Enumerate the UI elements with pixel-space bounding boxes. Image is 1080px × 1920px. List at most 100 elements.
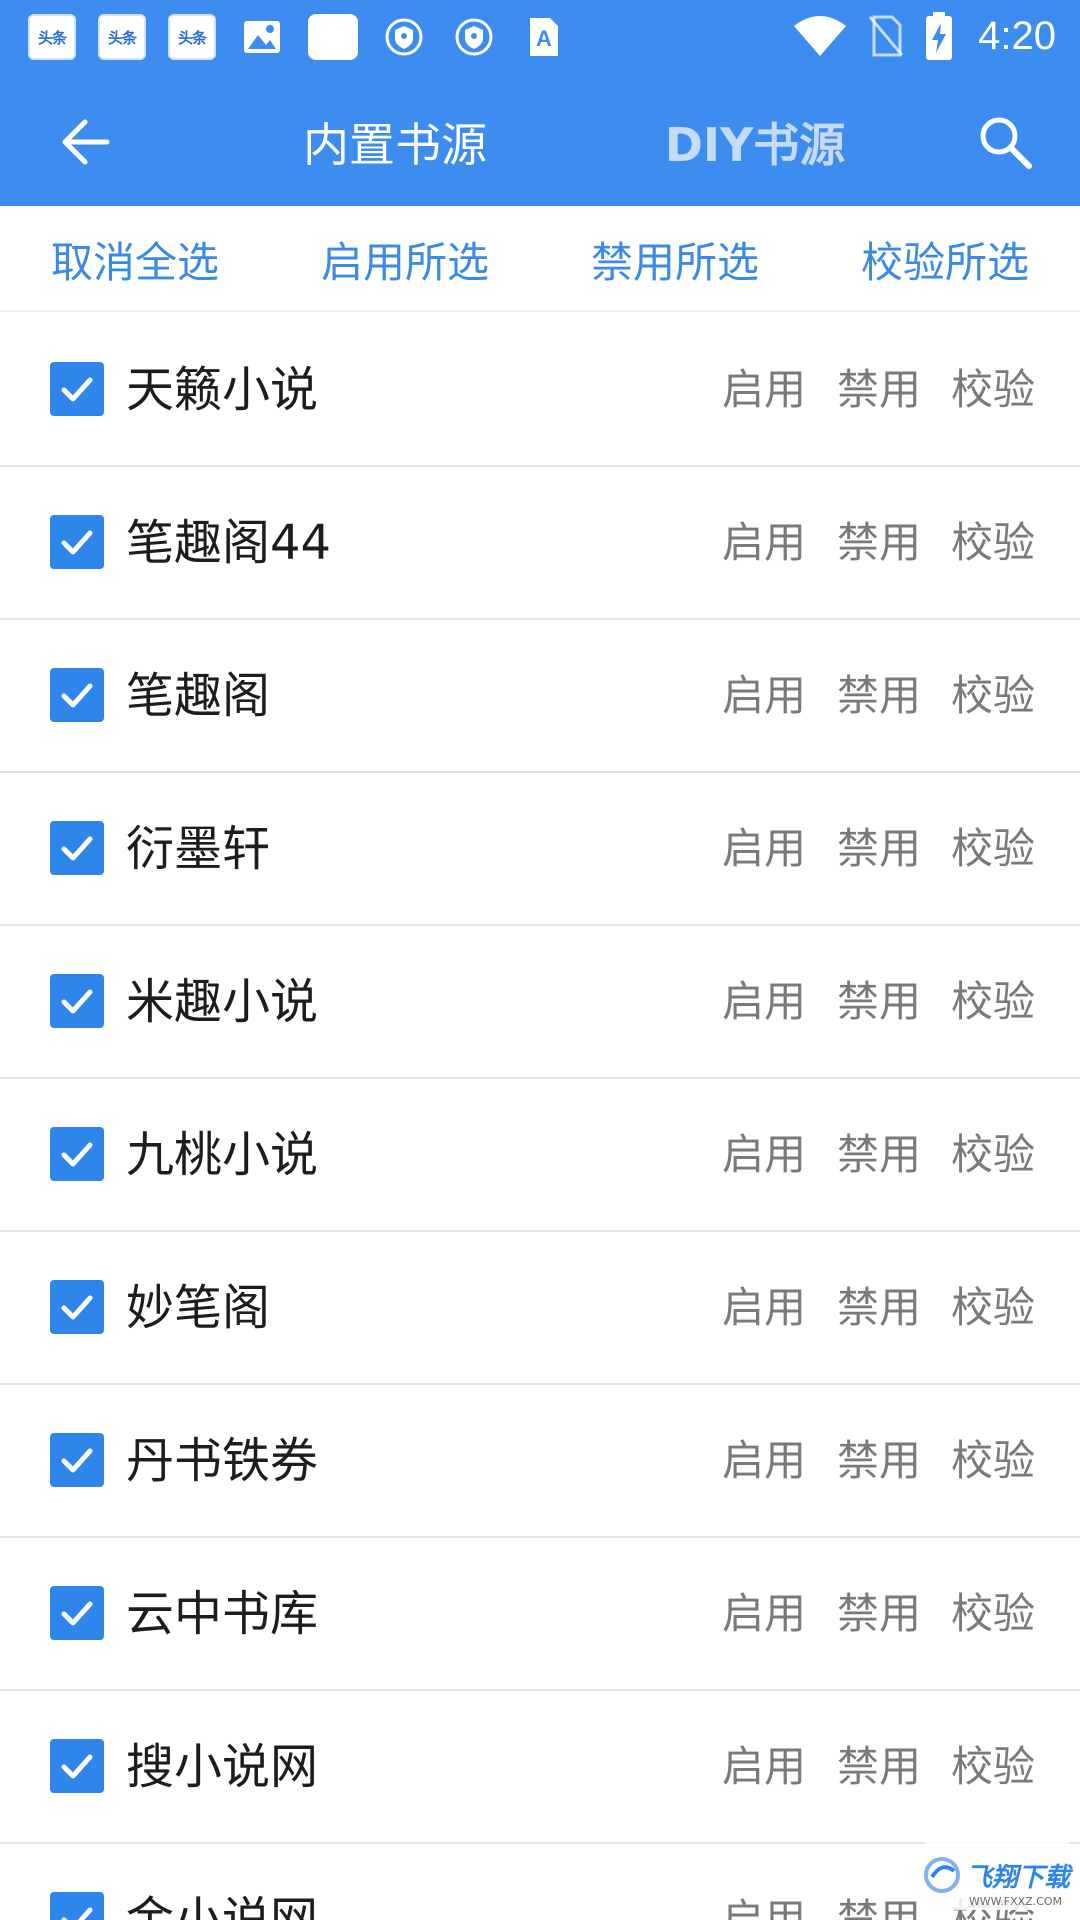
disable-button[interactable]: 禁用 bbox=[837, 1731, 921, 1803]
source-checkbox[interactable] bbox=[50, 1280, 104, 1334]
status-bar: 头条 头条 头条 A 4:20 bbox=[0, 0, 1080, 72]
enable-button[interactable]: 启用 bbox=[722, 1578, 806, 1650]
disable-selected-button[interactable]: 禁用所选 bbox=[540, 224, 810, 294]
source-checkbox[interactable] bbox=[50, 668, 104, 722]
no-sim-icon bbox=[868, 15, 904, 57]
source-name: 衍墨轩 bbox=[126, 821, 271, 877]
verify-button[interactable]: 校验 bbox=[951, 813, 1035, 885]
verify-button[interactable]: 校验 bbox=[951, 354, 1035, 426]
source-row[interactable]: 搜小说网 启用 禁用 校验 bbox=[0, 1691, 1080, 1844]
source-name: 妙笔阁 bbox=[126, 1280, 271, 1336]
source-row[interactable]: 衍墨轩 启用 禁用 校验 bbox=[0, 773, 1080, 926]
source-name: 笔趣阁 bbox=[126, 668, 271, 724]
toutiao-notification-icon: 头条 bbox=[98, 14, 146, 60]
source-checkbox[interactable] bbox=[50, 362, 104, 416]
enable-button[interactable]: 启用 bbox=[722, 1884, 806, 1920]
disable-button[interactable]: 禁用 bbox=[837, 813, 921, 885]
verify-button[interactable]: 校验 bbox=[951, 966, 1035, 1038]
battery-charging-icon bbox=[926, 12, 953, 60]
check-icon bbox=[61, 683, 93, 708]
source-checkbox[interactable] bbox=[50, 1433, 104, 1487]
enable-button[interactable]: 启用 bbox=[722, 1425, 806, 1497]
watermark-logo-icon bbox=[924, 1857, 960, 1893]
toutiao-notification-icon: 头条 bbox=[28, 14, 76, 60]
enable-selected-button[interactable]: 启用所选 bbox=[270, 224, 540, 294]
verify-button[interactable]: 校验 bbox=[951, 1119, 1035, 1191]
app-notification-icon bbox=[308, 14, 358, 60]
check-icon bbox=[61, 1754, 93, 1779]
disable-button[interactable]: 禁用 bbox=[837, 1272, 921, 1344]
source-checkbox[interactable] bbox=[50, 1892, 104, 1920]
source-name: 搜小说网 bbox=[126, 1739, 319, 1795]
source-name: 九桃小说 bbox=[126, 1127, 319, 1183]
notification-icons: 头条 头条 头条 A bbox=[28, 12, 568, 62]
source-checkbox[interactable] bbox=[50, 1127, 104, 1181]
source-row[interactable]: 云中书库 启用 禁用 校验 bbox=[0, 1538, 1080, 1691]
screen: 头条 头条 头条 A 4:20 内置书源 DIY书源 取消全选 启用所选 禁用所… bbox=[0, 0, 1080, 1920]
shield-icon bbox=[380, 14, 428, 60]
source-row[interactable]: 米趣小说 启用 禁用 校验 bbox=[0, 926, 1080, 1079]
arrow-left-icon bbox=[62, 119, 110, 165]
toutiao-notification-icon: 头条 bbox=[168, 14, 216, 60]
tab-builtin-sources[interactable]: 内置书源 bbox=[230, 102, 560, 182]
verify-button[interactable]: 校验 bbox=[951, 1578, 1035, 1650]
source-name: 金小说网 bbox=[126, 1892, 319, 1920]
search-button[interactable] bbox=[960, 102, 1050, 182]
verify-button[interactable]: 校验 bbox=[951, 1731, 1035, 1803]
watermark-text: 飞翔下载 bbox=[966, 1862, 1071, 1893]
source-checkbox[interactable] bbox=[50, 1739, 104, 1793]
source-row[interactable]: 九桃小说 启用 禁用 校验 bbox=[0, 1079, 1080, 1232]
deselect-all-button[interactable]: 取消全选 bbox=[0, 224, 270, 294]
enable-button[interactable]: 启用 bbox=[722, 660, 806, 732]
source-checkbox[interactable] bbox=[50, 1586, 104, 1640]
source-row[interactable]: 笔趣阁 启用 禁用 校验 bbox=[0, 620, 1080, 773]
watermark-url: WWW.FXXZ.COM bbox=[968, 1895, 1062, 1908]
check-icon bbox=[61, 377, 93, 402]
verify-button[interactable]: 校验 bbox=[951, 1425, 1035, 1497]
disable-button[interactable]: 禁用 bbox=[837, 1425, 921, 1497]
source-checkbox[interactable] bbox=[50, 974, 104, 1028]
source-name: 云中书库 bbox=[126, 1586, 319, 1642]
verify-button[interactable]: 校验 bbox=[951, 507, 1035, 579]
check-icon bbox=[61, 1601, 93, 1626]
source-row[interactable]: 天籁小说 启用 禁用 校验 bbox=[0, 314, 1080, 467]
check-icon bbox=[61, 1448, 93, 1473]
site-watermark: 飞翔下载 WWW.FXXZ.COM bbox=[922, 1840, 1072, 1910]
disable-button[interactable]: 禁用 bbox=[837, 660, 921, 732]
source-checkbox[interactable] bbox=[50, 821, 104, 875]
source-row[interactable]: 妙笔阁 启用 禁用 校验 bbox=[0, 1232, 1080, 1385]
check-icon bbox=[61, 836, 93, 861]
system-icons: 4:20 bbox=[792, 8, 1056, 64]
disable-button[interactable]: 禁用 bbox=[837, 507, 921, 579]
check-icon bbox=[61, 1142, 93, 1167]
disable-button[interactable]: 禁用 bbox=[837, 1884, 921, 1920]
disable-button[interactable]: 禁用 bbox=[837, 966, 921, 1038]
a-letter: A bbox=[536, 26, 552, 51]
disable-button[interactable]: 禁用 bbox=[837, 1119, 921, 1191]
a-letter-icon: A bbox=[520, 14, 568, 60]
source-row[interactable]: 笔趣阁44 启用 禁用 校验 bbox=[0, 467, 1080, 620]
verify-button[interactable]: 校验 bbox=[951, 660, 1035, 732]
enable-button[interactable]: 启用 bbox=[722, 1119, 806, 1191]
enable-button[interactable]: 启用 bbox=[722, 507, 806, 579]
wifi-icon bbox=[794, 16, 847, 56]
tab-diy-sources[interactable]: DIY书源 bbox=[590, 102, 920, 182]
back-button[interactable] bbox=[40, 102, 130, 182]
disable-button[interactable]: 禁用 bbox=[837, 354, 921, 426]
source-checkbox[interactable] bbox=[50, 515, 104, 569]
check-icon bbox=[61, 1907, 93, 1920]
source-row[interactable]: 丹书铁券 启用 禁用 校验 bbox=[0, 1385, 1080, 1538]
top-bar: 头条 头条 头条 A 4:20 内置书源 DIY书源 bbox=[0, 0, 1080, 206]
enable-button[interactable]: 启用 bbox=[722, 813, 806, 885]
disable-button[interactable]: 禁用 bbox=[837, 1578, 921, 1650]
enable-button[interactable]: 启用 bbox=[722, 966, 806, 1038]
source-name: 丹书铁券 bbox=[126, 1433, 319, 1489]
source-name: 天籁小说 bbox=[126, 362, 319, 418]
batch-action-bar: 取消全选 启用所选 禁用所选 校验所选 bbox=[0, 206, 1080, 312]
verify-button[interactable]: 校验 bbox=[951, 1272, 1035, 1344]
enable-button[interactable]: 启用 bbox=[722, 1272, 806, 1344]
verify-selected-button[interactable]: 校验所选 bbox=[810, 224, 1080, 294]
source-row[interactable]: 金小说网启用禁用校验 bbox=[0, 1844, 1080, 1920]
enable-button[interactable]: 启用 bbox=[722, 354, 806, 426]
enable-button[interactable]: 启用 bbox=[722, 1731, 806, 1803]
